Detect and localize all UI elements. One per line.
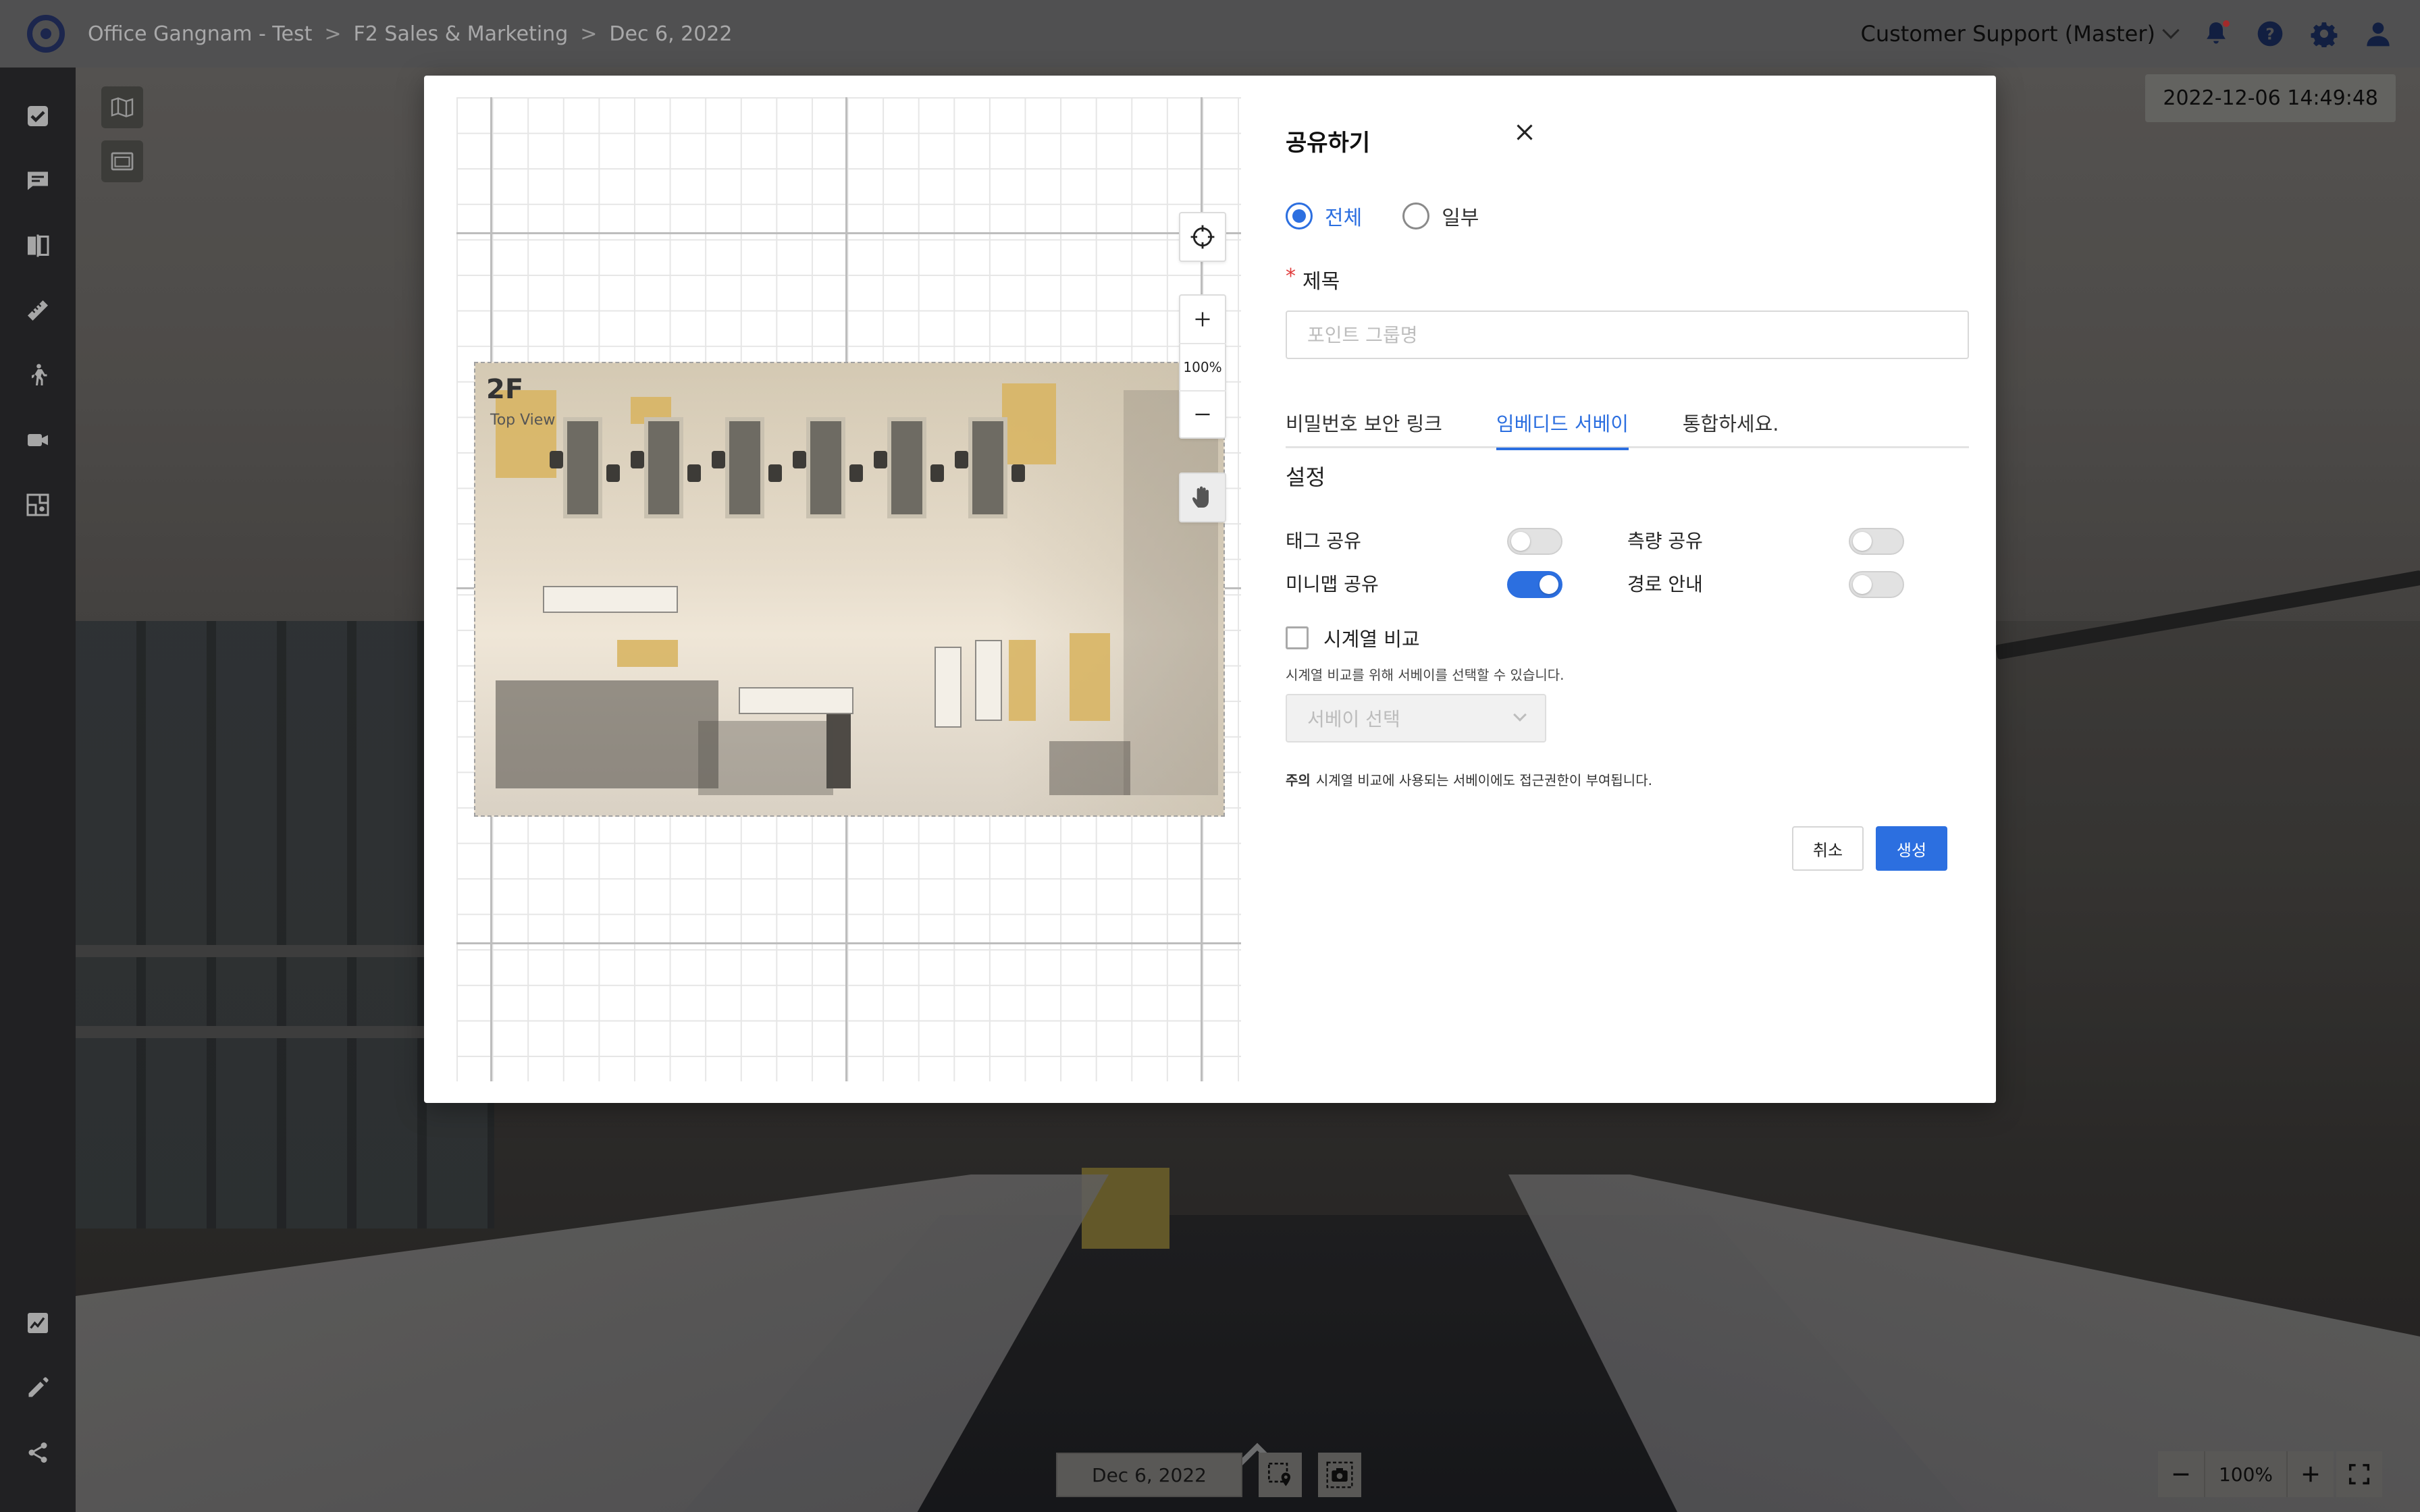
floorplan-table <box>739 687 853 714</box>
toggle-label: 측량 공유 <box>1627 530 1703 552</box>
hand-icon <box>1192 486 1209 508</box>
access-note: 주의 시계열 비교에 사용되는 서베이에도 접근권한이 부여됩니다. <box>1286 770 1652 789</box>
map-zoom-out-button[interactable] <box>1179 390 1226 437</box>
route-guide-toggle[interactable] <box>1849 571 1904 598</box>
floorplan-chair <box>631 451 644 468</box>
share-form: 공유하기 전체 일부 * 제목 비밀번호 보안 링크 임베디드 서베이 통합하세… <box>1280 76 1969 1103</box>
floorplan-chair <box>849 464 863 482</box>
note-prefix: 주의 <box>1286 772 1311 788</box>
survey-select-placeholder: 서베이 선택 <box>1307 708 1400 730</box>
map-grid-line <box>456 942 1241 944</box>
toggle-row-minimap: 미니맵 공유 <box>1286 570 1379 597</box>
floorplan-chair <box>874 451 887 468</box>
toggle-label: 미니맵 공유 <box>1286 573 1379 595</box>
cancel-button[interactable]: 취소 <box>1792 826 1864 871</box>
floor-label: 2F <box>486 374 524 405</box>
floorplan-chair <box>768 464 782 482</box>
survey-select[interactable]: 서베이 선택 <box>1286 694 1546 742</box>
timeseries-checkbox[interactable]: 시계열 비교 <box>1286 624 1420 652</box>
share-measurements-toggle[interactable] <box>1849 528 1904 555</box>
share-minimap-toggle[interactable] <box>1507 571 1562 598</box>
title-input[interactable] <box>1286 310 1969 359</box>
floorplan-zone <box>617 640 678 667</box>
note-text: 시계열 비교에 사용되는 서베이에도 접근권한이 부여됩니다. <box>1315 772 1652 788</box>
scope-option-all[interactable]: 전체 <box>1286 201 1362 231</box>
plus-icon <box>1195 312 1210 327</box>
floorplan-desk <box>806 417 845 518</box>
floorplan-chair <box>955 451 968 468</box>
floorplan-wall <box>1124 390 1218 795</box>
floorplan-pod <box>1009 640 1036 721</box>
tab-password-link[interactable]: 비밀번호 보안 링크 <box>1286 397 1442 448</box>
radio-checked-icon <box>1286 202 1313 230</box>
close-modal-button[interactable] <box>1504 112 1545 153</box>
timeseries-help-text: 시계열 비교를 위해 서베이를 선택할 수 있습니다. <box>1286 667 1564 683</box>
modal-title: 공유하기 <box>1286 130 1371 157</box>
radio-unchecked-icon <box>1402 202 1430 230</box>
floorplan-room <box>496 680 718 788</box>
toggle-row-tags: 태그 공유 <box>1286 526 1361 554</box>
share-tags-toggle[interactable] <box>1507 528 1562 555</box>
map-recenter-control <box>1179 212 1226 262</box>
toggle-row-route: 경로 안내 <box>1627 570 1703 597</box>
crosshair-icon <box>1190 225 1215 249</box>
floorplan-room <box>1049 741 1130 795</box>
map-recenter-button[interactable] <box>1179 213 1226 261</box>
settings-heading: 설정 <box>1286 464 1325 490</box>
title-field-label: * 제목 <box>1286 265 1340 294</box>
toggle-row-measurements: 측량 공유 <box>1627 526 1703 554</box>
map-pan-control <box>1179 473 1226 522</box>
floorplan-chair <box>606 464 620 482</box>
floorplan-chair <box>930 464 944 482</box>
floorplan-desk <box>725 417 764 518</box>
minus-icon <box>1195 413 1210 416</box>
floorplan-desk <box>968 417 1007 518</box>
map-zoom-level: 100% <box>1179 343 1226 390</box>
chevron-down-icon <box>1513 708 1527 722</box>
view-label: Top View <box>490 412 556 429</box>
floorplan-desk <box>887 417 926 518</box>
floorplan-chair <box>687 464 701 482</box>
floorplan-image[interactable]: 2F Top View <box>474 362 1225 817</box>
floorplan-pod <box>935 647 962 728</box>
floorplan-chair <box>1011 464 1025 482</box>
floorplan-desk <box>644 417 683 518</box>
floorplan-chair <box>793 451 806 468</box>
map-pan-button[interactable] <box>1179 474 1226 521</box>
title-label-text: 제목 <box>1303 270 1340 294</box>
tab-embedded-survey[interactable]: 임베디드 서베이 <box>1496 397 1629 450</box>
floorplan-zone <box>1002 383 1056 464</box>
floorplan-counter <box>543 586 678 613</box>
floorplan-desk <box>563 417 602 518</box>
toggle-label: 태그 공유 <box>1286 530 1361 552</box>
timeseries-label: 시계열 비교 <box>1323 628 1420 651</box>
scope-option-label: 일부 <box>1442 207 1479 230</box>
floorplan-chair <box>712 451 725 468</box>
minimap-pane[interactable]: 2F Top View 100% <box>456 97 1241 1081</box>
floorplan-pod <box>975 640 1002 721</box>
floorplan-pod <box>1070 633 1110 721</box>
close-icon <box>1517 124 1533 140</box>
tab-integration[interactable]: 통합하세요. <box>1683 397 1779 448</box>
map-grid-line <box>456 232 1241 234</box>
checkbox-unchecked-icon <box>1286 626 1309 649</box>
share-scope-group: 전체 일부 <box>1286 201 1479 231</box>
toggle-label: 경로 안내 <box>1627 573 1703 595</box>
share-modal: 2F Top View 100% 공유하기 전체 일부 * 제목 포인트 그룹명… <box>424 76 1996 1103</box>
scope-option-partial[interactable]: 일부 <box>1402 201 1479 231</box>
floorplan-room <box>698 721 833 795</box>
required-mark: * <box>1286 265 1296 288</box>
map-zoom-in-button[interactable] <box>1179 296 1226 343</box>
scope-option-label: 전체 <box>1325 207 1363 230</box>
create-button[interactable]: 생성 <box>1876 826 1947 871</box>
map-zoom-control: 100% <box>1179 294 1226 439</box>
floorplan-chair <box>550 451 563 468</box>
share-type-tabs: 비밀번호 보안 링크 임베디드 서베이 통합하세요. <box>1286 397 1969 450</box>
